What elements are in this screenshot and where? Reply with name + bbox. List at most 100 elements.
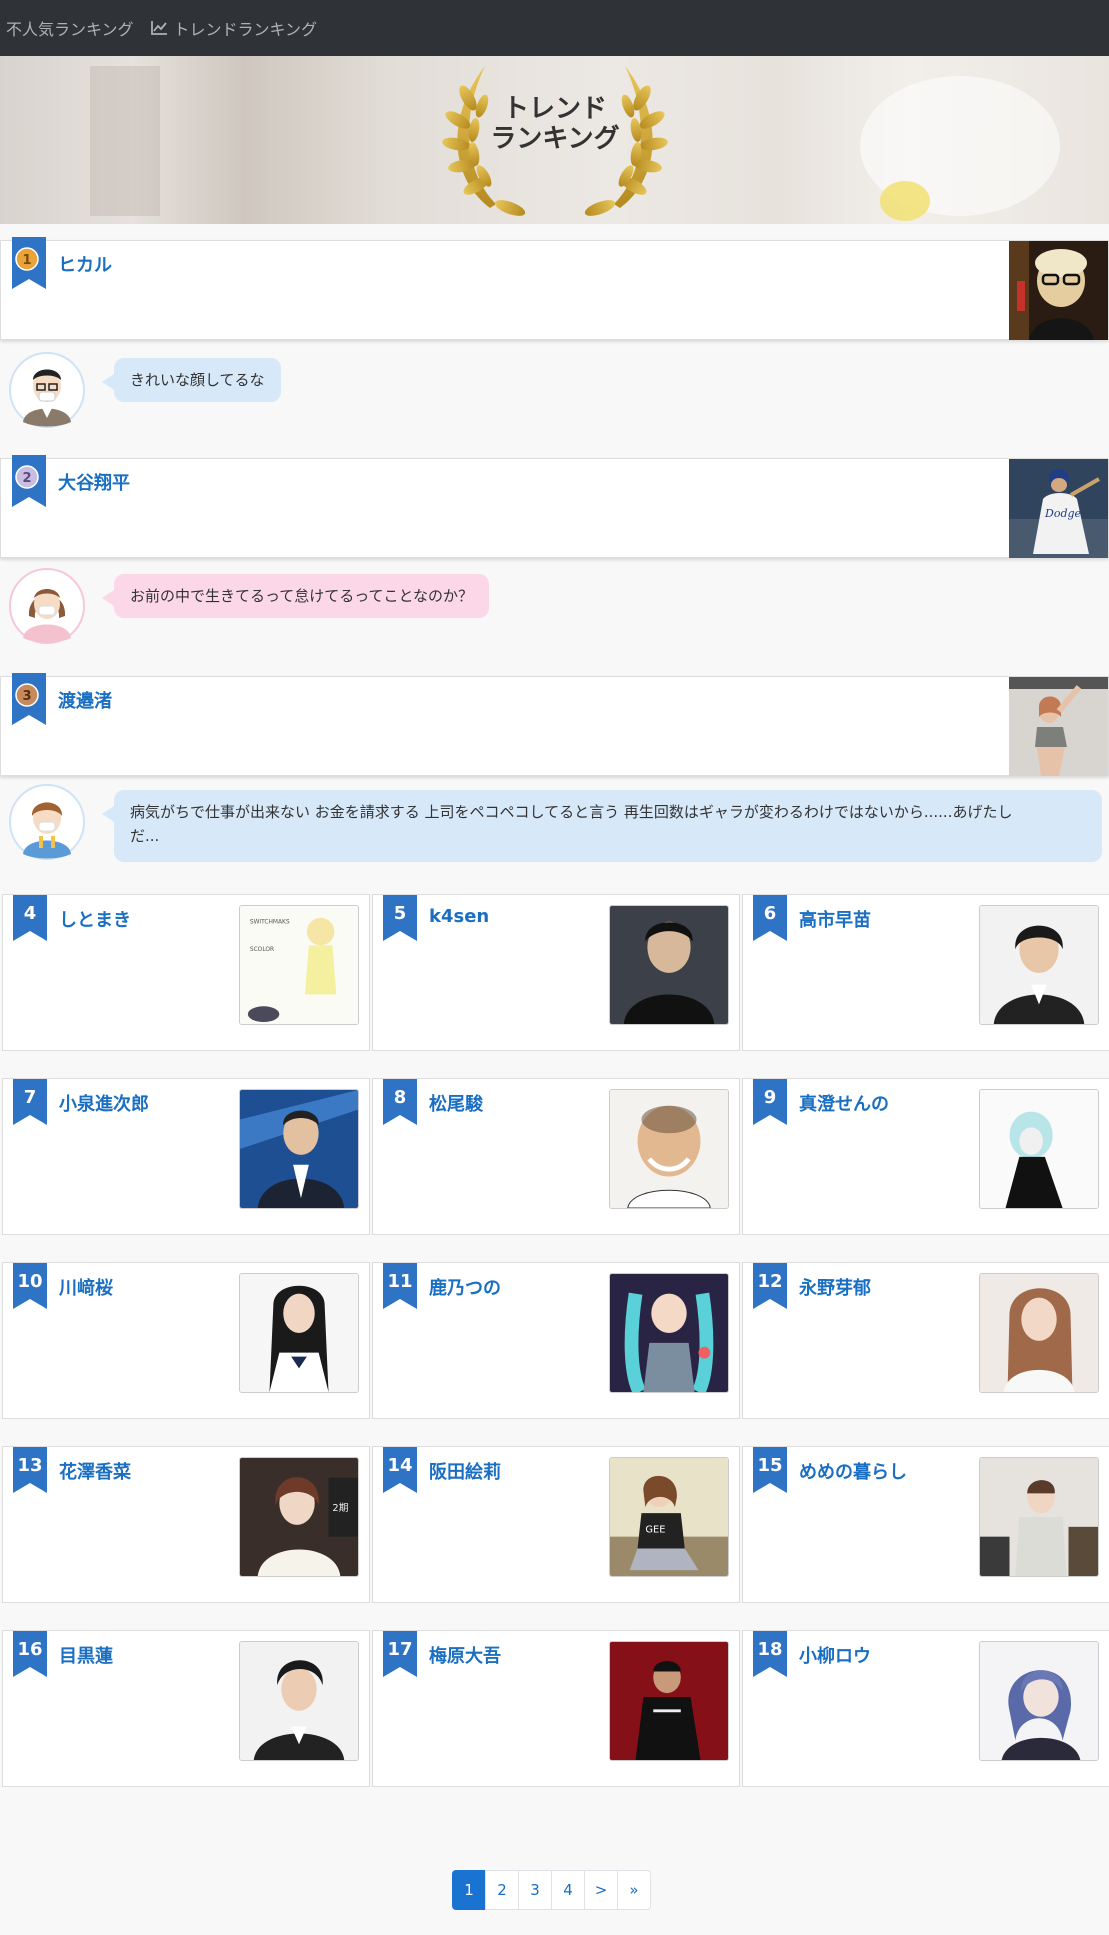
ranking-name-link[interactable]: ヒカル [58,251,112,277]
ranking-thumbnail[interactable] [979,1273,1099,1393]
ranking-thumbnail[interactable] [979,1089,1099,1209]
ranking-card-top[interactable]: 3 渡邉渚 [0,673,1109,776]
ranking-name-link[interactable]: 花澤香菜 [59,1458,131,1484]
hero-banner: トレンド ランキング [0,56,1109,224]
ranking-thumbnail[interactable] [979,905,1099,1025]
ranking-thumbnail[interactable] [979,1641,1099,1761]
ranking-name-link[interactable]: 小泉進次郎 [59,1090,149,1116]
ranking-card[interactable]: 4 しとまき SWITCHMAKS SCOLOR [2,894,370,1051]
rank-ribbon-icon: 2 [12,455,46,507]
comment-bubble: きれいな顔してるな [102,358,281,402]
hero-background-shape [90,66,160,216]
ranking-name-link[interactable]: k4sen [429,906,489,927]
ranking-card[interactable]: 7 小泉進次郎 [2,1078,370,1235]
ranking-name-link[interactable]: 阪田絵莉 [429,1458,501,1484]
ranking-name-link[interactable]: めめの暮らし [799,1458,907,1484]
ranking-name-link[interactable]: 鹿乃つの [429,1274,501,1300]
nav-item-label: 不人気ランキング [6,20,134,39]
ranking-thumbnail[interactable] [609,1273,729,1393]
rank-number: 14 [387,1455,413,1476]
rank-number: 4 [23,903,37,924]
ranking-card[interactable]: 13 花澤香菜 2期 [2,1446,370,1603]
ranking-card-top[interactable]: 2 大谷翔平 Dodge [0,455,1109,558]
rank-number: 13 [17,1455,43,1476]
ranking-name-link[interactable]: 梅原大吾 [429,1642,501,1668]
ranking-name-link[interactable]: しとまき [59,906,131,932]
ranking-name-link[interactable]: 高市早苗 [799,906,871,932]
ranking-name-link[interactable]: 小柳ロウ [799,1642,871,1668]
ranking-card[interactable]: 11 鹿乃つの [372,1262,740,1419]
ranking-thumbnail[interactable]: SWITCHMAKS SCOLOR [239,905,359,1025]
ranking-name-link[interactable]: 真澄せんの [799,1090,889,1116]
pagination: 1 2 3 4 > » [452,1870,651,1910]
rank-number: 3 [22,689,31,704]
ranking-card[interactable]: 12 永野芽郁 [742,1262,1109,1419]
page-button-3[interactable]: 3 [518,1870,552,1910]
ranking-thumbnail[interactable] [1009,677,1108,776]
ranking-card[interactable]: 6 高市早苗 [742,894,1109,1051]
rank-number: 1 [22,253,31,268]
ranking-thumbnail[interactable]: 2期 [239,1457,359,1577]
ranking-card[interactable]: 9 真澄せんの [742,1078,1109,1235]
last-page-button[interactable]: » [617,1870,651,1910]
ranking-thumbnail[interactable] [609,905,729,1025]
ranking-card[interactable]: 8 松尾駿 [372,1078,740,1235]
ranking-card[interactable]: 17 梅原大吾 [372,1630,740,1787]
woman-avatar-icon [9,568,85,644]
ranking-name-link[interactable]: 目黒蓮 [59,1642,113,1668]
ranking-thumbnail[interactable] [609,1641,729,1761]
rank-number: 7 [23,1087,37,1108]
rank-number: 15 [757,1455,783,1476]
ranking-card[interactable]: 14 阪田絵莉 GEE [372,1446,740,1603]
rank-number: 18 [757,1639,783,1660]
hero-background-shape [880,181,930,221]
svg-text:SCOLOR: SCOLOR [250,947,274,953]
nav-item-trend-ranking[interactable]: トレンドランキング [150,16,318,40]
ranking-thumbnail[interactable] [979,1457,1099,1577]
rank-number: 9 [763,1087,777,1108]
svg-text:Dodge: Dodge [1044,507,1082,520]
next-page-button[interactable]: > [584,1870,618,1910]
ranking-thumbnail[interactable]: Dodge [1009,459,1108,558]
ranking-card-top[interactable]: 1 ヒカル [0,237,1109,340]
comment-bubble: お前の中で生きてるって怠けてるってことなのか？ [101,574,490,618]
ranking-name-link[interactable]: 永野芽郁 [799,1274,871,1300]
page-button-1[interactable]: 1 [452,1870,486,1910]
page-button-4[interactable]: 4 [551,1870,585,1910]
comment-bubble: 病気がちで仕事が出来ない お金を請求する 上司をペコペコしてると言う 再生回数は… [102,790,1102,862]
ranking-thumbnail[interactable] [239,1273,359,1393]
ranking-name-link[interactable]: 大谷翔平 [58,469,130,495]
ranking-thumbnail[interactable] [609,1089,729,1209]
top-navbar: 不人気ランキング トレンドランキング [0,0,1109,56]
ranking-thumbnail[interactable] [1009,241,1108,340]
svg-text:SWITCHMAKS: SWITCHMAKS [250,920,290,926]
svg-text:2期: 2期 [332,1502,348,1514]
ranking-card[interactable]: 15 めめの暮らし [742,1446,1109,1603]
svg-text:GEE: GEE [645,1525,665,1536]
ranking-thumbnail[interactable]: GEE [609,1457,729,1577]
hero-title-line: ランキング [490,124,620,154]
rank-ribbon-icon: 3 [12,673,46,725]
man-glasses-avatar-icon [9,352,85,428]
rank-number: 5 [393,903,407,924]
ranking-thumbnail[interactable] [239,1089,359,1209]
ranking-name-link[interactable]: 川﨑桜 [59,1274,113,1300]
hero-title: トレンド ランキング [430,94,680,154]
ranking-card[interactable]: 5 k4sen [372,894,740,1051]
nav-item-label: トレンドランキング [173,20,318,39]
rank-number: 8 [393,1087,407,1108]
ranking-card[interactable]: 18 小柳ロウ [742,1630,1109,1787]
rank-number: 12 [757,1271,783,1292]
nav-item-unpopular-ranking[interactable]: 不人気ランキング [0,16,134,40]
comment-text: 病気がちで仕事が出来ない お金を請求する 上司をペコペコしてると言う 再生回数は… [130,803,1013,821]
rank-number: 10 [17,1271,43,1292]
ranking-card[interactable]: 10 川﨑桜 [2,1262,370,1419]
hero-title-line: トレンド [502,94,607,124]
ranking-thumbnail[interactable] [239,1641,359,1761]
page-button-2[interactable]: 2 [485,1870,519,1910]
ranking-name-link[interactable]: 松尾駿 [429,1090,483,1116]
rank-number: 6 [763,903,777,924]
ranking-card[interactable]: 16 目黒蓮 [2,1630,370,1787]
ranking-name-link[interactable]: 渡邉渚 [58,687,112,713]
line-chart-icon [150,20,168,36]
